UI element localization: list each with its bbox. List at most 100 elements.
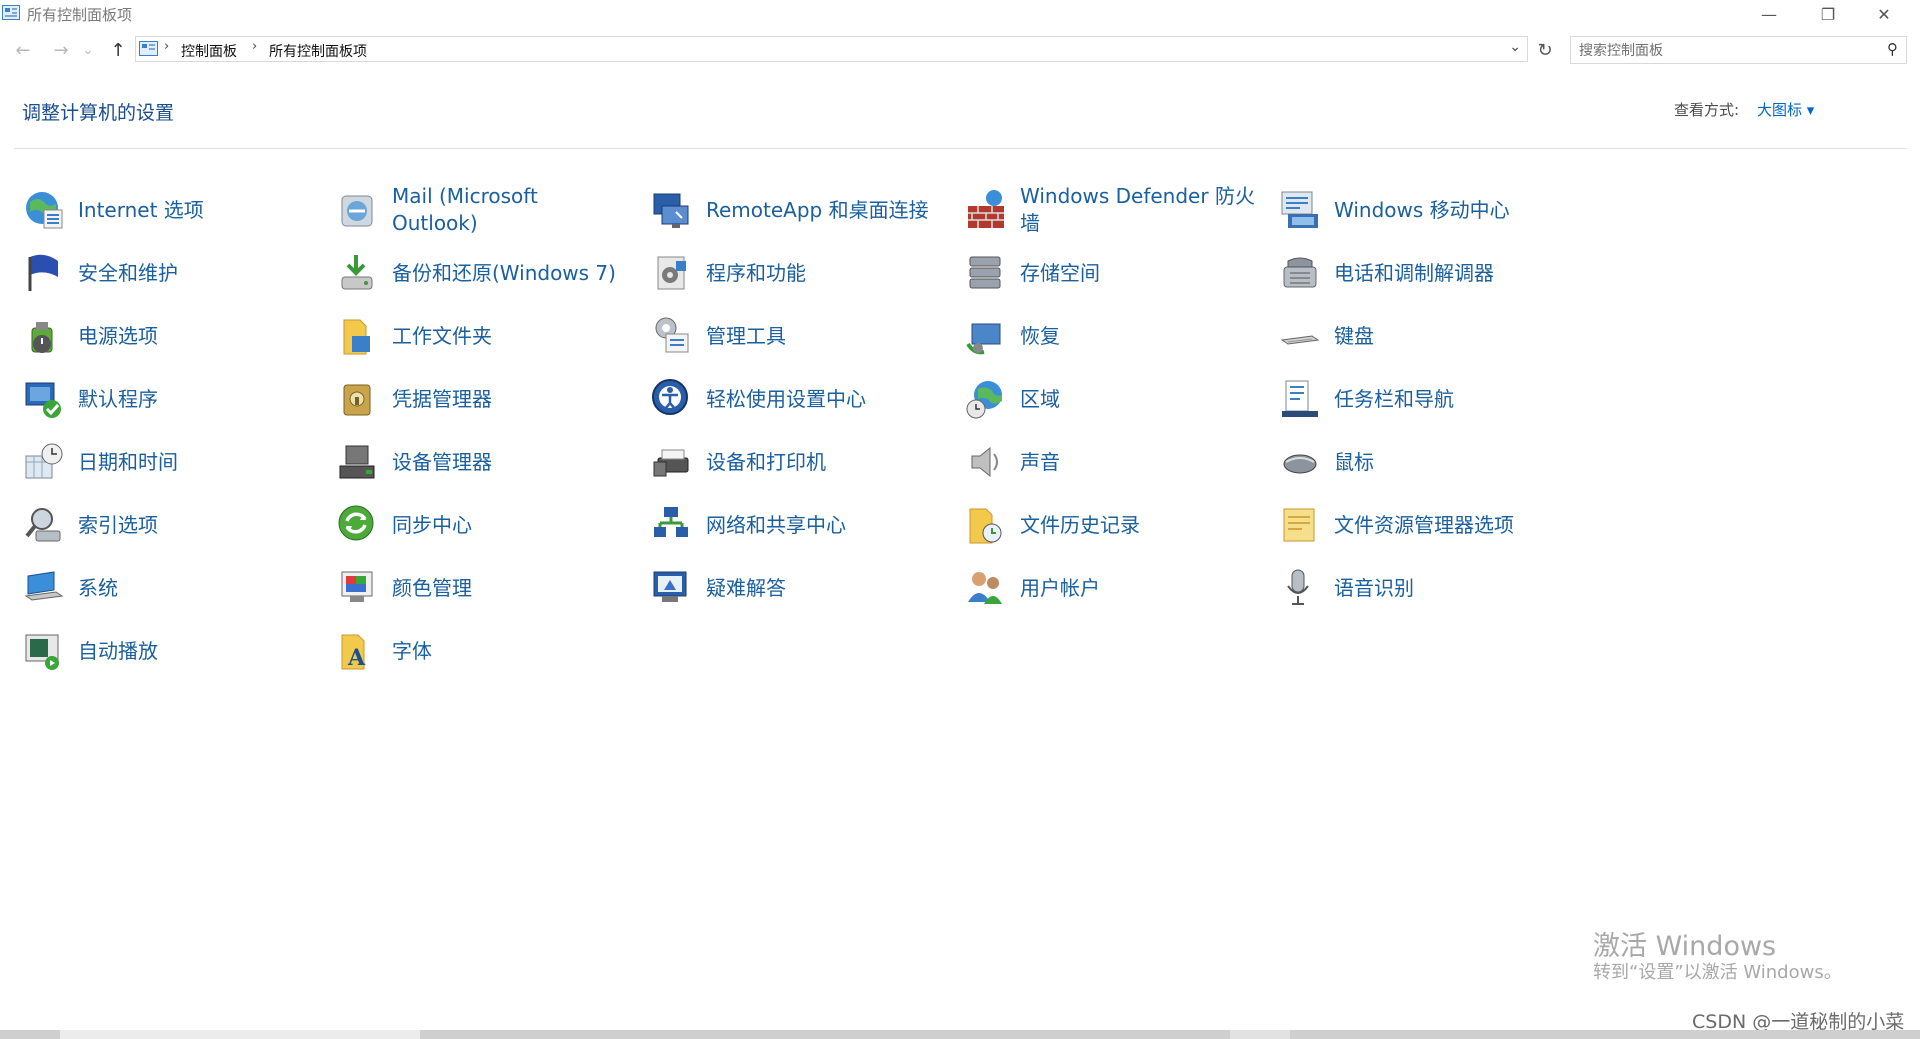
address-bar[interactable]: › 控制面板 › 所有控制面板项 ⌄ (135, 36, 1528, 62)
control-panel-item-label: 自动播放 (78, 638, 158, 663)
control-panel-item[interactable]: 索引选项 (22, 497, 322, 553)
up-button[interactable]: ↑ (105, 38, 131, 62)
control-panel-item[interactable]: 存储空间 (964, 245, 1264, 301)
control-panel-item[interactable]: 区域 (964, 371, 1264, 427)
user-accounts-icon (968, 572, 1002, 604)
control-panel-item[interactable]: 任务栏和导航 (1278, 371, 1578, 427)
credential-manager-icon (343, 384, 371, 416)
control-panel-icon (2, 5, 20, 20)
address-dropdown-button[interactable]: ⌄ (1509, 39, 1521, 55)
control-panel-item-label: 疑难解答 (706, 575, 786, 600)
network-icon (654, 507, 688, 537)
control-panel-item-label: 日期和时间 (78, 449, 178, 474)
control-panel-item[interactable]: 电源选项 (22, 308, 322, 364)
control-panel-item-label: 字体 (392, 638, 432, 663)
control-panel-item-label: 默认程序 (78, 386, 158, 411)
control-panel-item[interactable]: 鼠标 (1278, 434, 1578, 490)
control-panel-item-label: 恢复 (1020, 323, 1060, 348)
work-folders-icon (343, 319, 370, 355)
control-panel-item[interactable]: 疑难解答 (650, 560, 950, 616)
control-panel-item-label: 用户帐户 (1020, 575, 1100, 600)
search-input[interactable] (1577, 40, 1871, 62)
control-panel-item[interactable]: 文件资源管理器选项 (1278, 497, 1578, 553)
control-panel-item[interactable]: 键盘 (1278, 308, 1578, 364)
header-divider (14, 148, 1907, 149)
control-panel-item-label: Internet 选项 (78, 197, 204, 222)
control-panel-item-label: 网络和共享中心 (706, 512, 846, 537)
mouse-icon (1283, 454, 1317, 474)
power-options-icon (31, 322, 53, 353)
taskbar-tray (1230, 1030, 1290, 1039)
firewall-icon (968, 190, 1004, 228)
control-panel-item[interactable]: 同步中心 (336, 497, 636, 553)
control-panel-item[interactable]: 日期和时间 (22, 434, 322, 490)
breadcrumb-separator: › (164, 39, 170, 54)
autoplay-icon (25, 634, 59, 670)
view-by-dropdown[interactable]: 大图标 ▾ (1757, 99, 1814, 120)
svg-text:A: A (347, 645, 366, 671)
forward-button[interactable]: → (48, 38, 74, 62)
minimize-button[interactable]: — (1746, 0, 1792, 28)
explorer-options-icon (1283, 508, 1315, 542)
control-panel-item[interactable]: 系统 (22, 560, 322, 616)
control-panel-item[interactable]: 设备和打印机 (650, 434, 950, 490)
control-panel-item[interactable]: 轻松使用设置中心 (650, 371, 950, 427)
control-panel-item[interactable]: Windows Defender 防火墙 (964, 182, 1264, 238)
control-panel-item[interactable]: Windows 移动中心 (1278, 182, 1578, 238)
control-panel-item[interactable]: 工作文件夹 (336, 308, 636, 364)
region-icon (966, 381, 1002, 419)
taskbar-app[interactable] (60, 1030, 420, 1039)
control-panel-item[interactable]: 恢复 (964, 308, 1264, 364)
recent-locations-button[interactable]: ⌄ (80, 38, 96, 62)
control-panel-item-label: 区域 (1020, 386, 1060, 411)
search-box: ⚲ (1570, 36, 1907, 64)
control-panel-item-label: 电话和调制解调器 (1334, 260, 1494, 285)
control-panel-item[interactable]: 凭据管理器 (336, 371, 636, 427)
control-panel-item[interactable]: 管理工具 (650, 308, 950, 364)
control-panel-item-label: 安全和维护 (78, 260, 178, 285)
internet-options-icon (26, 192, 63, 229)
date-time-icon (25, 443, 63, 479)
control-panel-item-label: 工作文件夹 (392, 323, 492, 348)
control-panel-icon (139, 41, 158, 56)
sound-icon (971, 446, 998, 478)
control-panel-item[interactable]: Internet 选项 (22, 182, 322, 238)
control-panel-item[interactable]: 用户帐户 (964, 560, 1264, 616)
control-panel-item[interactable]: A 字体 (336, 623, 636, 679)
indexing-icon (25, 508, 61, 542)
backup-icon (341, 255, 373, 290)
speech-recognition-icon (1287, 569, 1309, 605)
control-panel-item[interactable]: 语音识别 (1278, 560, 1578, 616)
refresh-button[interactable]: ↻ (1532, 38, 1558, 62)
control-panel-item-label: 设备管理器 (392, 449, 492, 474)
search-icon[interactable]: ⚲ (1887, 40, 1898, 58)
control-panel-item-label: 语音识别 (1334, 575, 1414, 600)
programs-icon (657, 256, 686, 290)
control-panel-item-label: 存储空间 (1020, 260, 1100, 285)
keyboard-icon (1280, 335, 1320, 345)
control-panel-item[interactable]: 备份和还原(Windows 7) (336, 245, 636, 301)
control-panel-item[interactable]: 程序和功能 (650, 245, 950, 301)
control-panel-item[interactable]: 电话和调制解调器 (1278, 245, 1578, 301)
control-panel-item[interactable]: Mail (Microsoft Outlook) (336, 182, 636, 238)
control-panel-item[interactable]: RemoteApp 和桌面连接 (650, 182, 950, 238)
control-panel-item[interactable]: 颜色管理 (336, 560, 636, 616)
remoteapp-icon (653, 193, 689, 228)
control-panel-item[interactable]: 设备管理器 (336, 434, 636, 490)
control-panel-item[interactable]: 声音 (964, 434, 1264, 490)
control-panel-item[interactable]: 网络和共享中心 (650, 497, 950, 553)
control-panel-item[interactable]: 安全和维护 (22, 245, 322, 301)
restore-button[interactable]: ❐ (1805, 0, 1851, 28)
storage-spaces-icon (969, 256, 1001, 289)
close-button[interactable]: ✕ (1861, 0, 1907, 28)
control-panel-item-label: 文件历史记录 (1020, 512, 1140, 537)
breadcrumb-control-panel[interactable]: 控制面板 (181, 41, 237, 61)
control-panel-item[interactable]: 文件历史记录 (964, 497, 1264, 553)
view-by-label: 查看方式: (1674, 101, 1740, 119)
control-panel-item[interactable]: 默认程序 (22, 371, 322, 427)
fonts-icon: A (341, 634, 366, 671)
admin-tools-icon (655, 317, 689, 353)
back-button[interactable]: ← (10, 38, 36, 62)
control-panel-item[interactable]: 自动播放 (22, 623, 322, 679)
breadcrumb-all-items[interactable]: 所有控制面板项 (269, 41, 367, 61)
